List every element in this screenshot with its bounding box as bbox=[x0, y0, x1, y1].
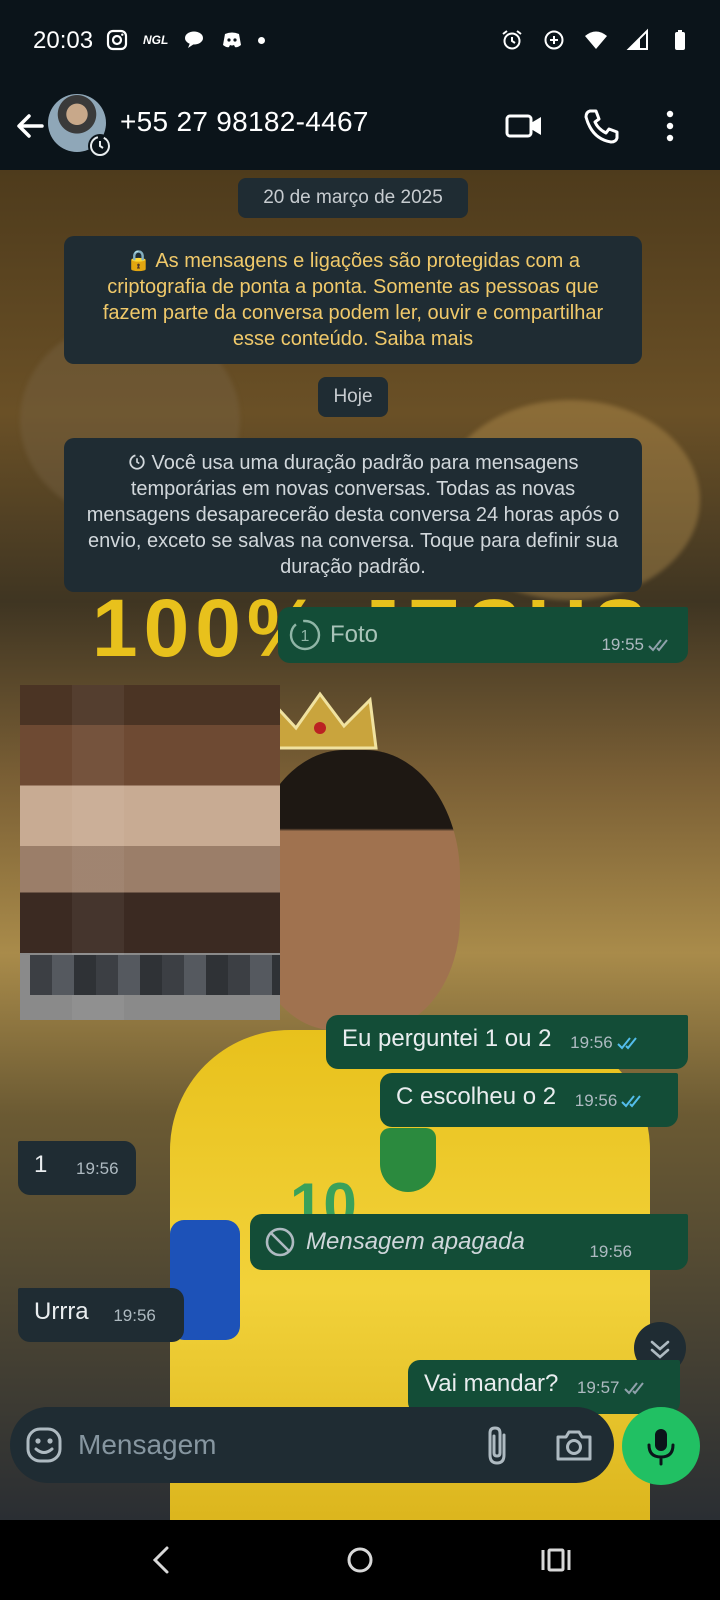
disappearing-timer-icon bbox=[88, 134, 112, 158]
message-text: 1 bbox=[34, 1151, 48, 1178]
svg-text:1: 1 bbox=[301, 628, 310, 645]
status-bar: 20:03 NGL bbox=[0, 0, 720, 84]
message-bubble[interactable]: Vai mandar? 19:57 bbox=[408, 1360, 680, 1414]
disappearing-notice-text: Você usa uma duração padrão para mensage… bbox=[86, 452, 620, 578]
date-pill-text: 20 de março de 2025 bbox=[263, 187, 443, 208]
wallpaper-decoration bbox=[250, 750, 460, 1030]
message-bubble[interactable]: Eu perguntei 1 ou 2 19:56 bbox=[326, 1015, 688, 1069]
message-bubble[interactable]: C escolheu o 2 19:56 bbox=[380, 1073, 678, 1127]
timer-icon bbox=[128, 454, 145, 470]
message-time: 19:56 bbox=[113, 1306, 156, 1325]
message-input[interactable]: Mensagem bbox=[78, 1429, 217, 1461]
message-text: C escolheu o 2 bbox=[396, 1083, 557, 1110]
message-time: 19:56 bbox=[76, 1159, 119, 1178]
battery-icon bbox=[675, 30, 685, 50]
instagram-icon bbox=[106, 29, 128, 51]
message-meta: 19:57 bbox=[577, 1378, 650, 1398]
today-pill: Hoje bbox=[318, 377, 388, 417]
wifi-icon bbox=[585, 31, 607, 49]
message-meta: 19:55 bbox=[601, 635, 674, 655]
alarm-icon bbox=[502, 30, 522, 50]
nav-recents-icon[interactable] bbox=[534, 1540, 578, 1580]
pixelated-region bbox=[30, 955, 280, 995]
nav-home-icon[interactable] bbox=[338, 1540, 382, 1580]
data-saver-icon bbox=[544, 30, 564, 50]
back-arrow-icon[interactable] bbox=[12, 106, 48, 146]
message-bubble-deleted[interactable]: Mensagem apagada 19:56 bbox=[250, 1214, 688, 1270]
message-time: 19:56 bbox=[570, 1033, 613, 1052]
message-time: 19:55 bbox=[601, 635, 644, 654]
discord-icon bbox=[223, 32, 242, 48]
mic-button[interactable] bbox=[622, 1407, 700, 1485]
message-meta: 19:56 bbox=[575, 1091, 648, 1111]
phone-call-icon[interactable] bbox=[580, 104, 624, 148]
attach-icon[interactable] bbox=[480, 1423, 516, 1467]
date-pill: 20 de março de 2025 bbox=[238, 178, 468, 218]
today-pill-text: Hoje bbox=[333, 386, 373, 407]
emoji-icon[interactable] bbox=[24, 1425, 64, 1465]
message-composer: Mensagem bbox=[10, 1407, 614, 1483]
message-text: Foto bbox=[330, 621, 379, 648]
message-text: Urrra bbox=[34, 1298, 89, 1325]
message-text: Mensagem apagada bbox=[306, 1228, 525, 1255]
message-meta: 19:56 bbox=[570, 1033, 643, 1053]
message-meta: 19:56 bbox=[589, 1242, 632, 1262]
chat-header: +55 27 98182-4467 bbox=[0, 84, 720, 170]
mic-icon bbox=[647, 1429, 675, 1466]
status-time: 20:03 bbox=[33, 27, 94, 54]
message-text: Vai mandar? bbox=[424, 1370, 559, 1397]
read-ticks-icon bbox=[617, 1037, 637, 1050]
video-call-icon[interactable] bbox=[502, 104, 546, 148]
camera-icon[interactable] bbox=[554, 1425, 594, 1465]
deleted-message-icon bbox=[265, 1227, 295, 1257]
message-time: 19:57 bbox=[576, 1378, 620, 1397]
read-ticks-icon bbox=[648, 639, 668, 652]
message-text: Eu perguntei 1 ou 2 bbox=[342, 1025, 552, 1052]
message-bubble-photo[interactable]: 1 Foto 19:55 bbox=[278, 607, 688, 663]
encryption-notice[interactable]: 🔒 As mensagens e ligações são protegidas… bbox=[64, 236, 642, 364]
message-meta: 19:56 bbox=[76, 1159, 119, 1179]
nav-back-icon[interactable] bbox=[140, 1540, 184, 1580]
message-time: 19:56 bbox=[574, 1091, 618, 1110]
ngl-icon: NGL bbox=[143, 33, 169, 47]
message-meta: 19:56 bbox=[113, 1306, 156, 1326]
message-time: 19:56 bbox=[589, 1242, 632, 1261]
wallpaper-decoration bbox=[380, 1128, 436, 1192]
encryption-notice-text: 🔒 As mensagens e ligações são protegidas… bbox=[102, 250, 604, 350]
disappearing-notice[interactable]: Você usa uma duração padrão para mensage… bbox=[64, 438, 642, 592]
message-bubble-incoming[interactable]: 1 19:56 bbox=[18, 1141, 136, 1195]
more-options-icon[interactable] bbox=[648, 104, 692, 148]
system-nav-bar bbox=[0, 1520, 720, 1600]
view-once-icon: 1 bbox=[289, 619, 321, 651]
chat-bubbles-icon bbox=[185, 31, 204, 48]
read-ticks-icon bbox=[621, 1095, 642, 1108]
message-bubble-incoming[interactable]: Urrra 19:56 bbox=[18, 1288, 184, 1342]
dot-icon bbox=[258, 36, 266, 44]
read-ticks-icon bbox=[623, 1382, 644, 1395]
contact-name[interactable]: +55 27 98182-4467 bbox=[120, 106, 369, 138]
signal-icon bbox=[626, 28, 648, 50]
